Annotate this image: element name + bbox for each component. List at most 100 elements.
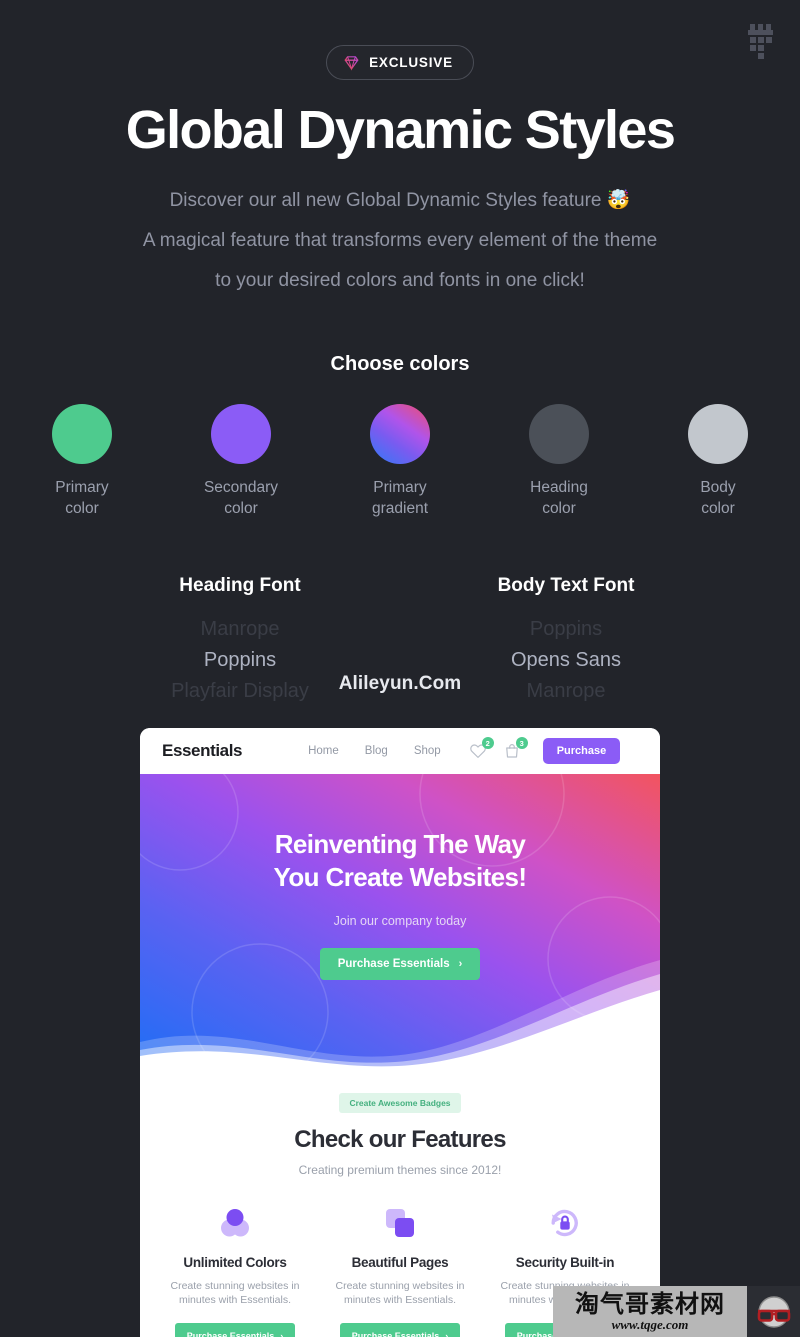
- overlapping-circles-icon: [221, 1209, 249, 1237]
- diamond-gem-icon: [343, 54, 360, 71]
- preview-nav-link-shop[interactable]: Shop: [414, 745, 441, 757]
- preview-hero-title-line2: You Create Websites!: [273, 862, 527, 892]
- choose-colors-title: Choose colors: [330, 352, 470, 375]
- swatch-dot-gradient[interactable]: [370, 403, 430, 464]
- preview-logo[interactable]: Essentials: [162, 741, 243, 761]
- preview-features-pill: Create Awesome Badges: [339, 1093, 461, 1113]
- hero-subtitle-line-3: to your desired colors and fonts in one …: [215, 269, 585, 291]
- heading-font-option-manrope[interactable]: Manrope: [140, 614, 340, 645]
- feature-card-desc-line1: Create stunning websites in: [335, 1280, 465, 1292]
- swatch-secondary-color[interactable]: Secondary color: [196, 403, 286, 519]
- preview-hero-title: Reinventing The Way You Create Websites!: [140, 828, 660, 894]
- swatch-label-heading: Heading color: [514, 477, 604, 519]
- feature-card-unlimited-colors: Unlimited Colors Create stunning website…: [158, 1203, 313, 1337]
- color-swatch-row: Primary color Secondary color Primary gr…: [0, 403, 800, 519]
- swatch-label-primary: Primary color: [37, 477, 127, 519]
- swatch-label-secondary: Secondary color: [196, 477, 286, 519]
- exclusive-badge-label: EXCLUSIVE: [369, 55, 453, 70]
- exclusive-badge-container: EXCLUSIVE: [0, 0, 800, 80]
- preview-nav-link-blog[interactable]: Blog: [365, 745, 388, 757]
- hero-subtitle: Discover our all new Global Dynamic Styl…: [0, 181, 800, 301]
- page-root: EXCLUSIVE Global Dynamic Styles Discover…: [0, 0, 800, 1337]
- feature-card-desc-line2: minutes with Essentials.: [178, 1294, 292, 1306]
- preview-navbar: Essentials Home Blog Shop 2 3 Purchase: [140, 728, 660, 774]
- nerd-glasses-icon: [757, 1295, 790, 1328]
- preview-purchase-button[interactable]: Purchase: [542, 738, 621, 764]
- swatch-label-line2: color: [542, 499, 576, 517]
- body-font-option-opens-sans[interactable]: Opens Sans: [472, 645, 660, 676]
- preview-features-title: Check our Features: [294, 1126, 506, 1153]
- cart-button[interactable]: 3: [503, 737, 528, 760]
- theme-preview-panel: Essentials Home Blog Shop 2 3 Purchase R…: [140, 728, 660, 1337]
- feature-card-button[interactable]: Purchase Essentials ›: [339, 1323, 461, 1337]
- preview-nav-links: Home Blog Shop: [308, 745, 441, 757]
- feature-card-desc: Create stunning websites in minutes with…: [323, 1279, 478, 1307]
- preview-nav-icons: 2 3: [469, 737, 528, 760]
- feature-card-title: Unlimited Colors: [183, 1255, 287, 1270]
- swatch-label-line1: Primary: [55, 478, 109, 496]
- hero-subtitle-line-2: A magical feature that transforms every …: [142, 229, 658, 251]
- preview-hero: Reinventing The Way You Create Websites!…: [140, 774, 660, 1067]
- swatch-label-line2: color: [701, 499, 735, 517]
- body-font-option-poppins[interactable]: Poppins: [472, 614, 660, 645]
- fonts-row: Heading Font Manrope Poppins Playfair Di…: [0, 575, 800, 707]
- watermark-tqge: 淘气哥素材网 www.tqge.com: [553, 1286, 747, 1337]
- preview-hero-title-line1: Reinventing The Way: [274, 829, 526, 859]
- swatch-label-line1: Secondary: [203, 478, 279, 496]
- swatch-label-body: Body color: [673, 477, 763, 519]
- layers-squares-icon: [386, 1209, 414, 1237]
- body-font-title: Body Text Font: [497, 574, 635, 596]
- feature-card-button-label: Purchase Essentials: [186, 1331, 275, 1337]
- feature-card-desc: Create stunning websites in minutes with…: [158, 1279, 313, 1307]
- feature-icon-wrap: [488, 1203, 643, 1243]
- swatch-label-line1: Heading: [530, 478, 588, 496]
- feature-icon-wrap: [323, 1203, 478, 1243]
- hero-subtitle-line-1: Discover our all new Global Dynamic Styl…: [0, 181, 800, 221]
- heading-font-title: Heading Font: [179, 574, 301, 596]
- feature-icon-wrap: [158, 1203, 313, 1243]
- swatch-dot-primary[interactable]: [52, 403, 112, 464]
- swatch-label-line2: color: [224, 499, 258, 517]
- wishlist-button[interactable]: 2: [469, 737, 494, 760]
- feature-card-title: Security Built-in: [515, 1255, 615, 1270]
- body-font-picker: Body Text Font Poppins Opens Sans Manrop…: [460, 575, 660, 707]
- swatch-label-line2: color: [65, 499, 99, 517]
- page-title: Global Dynamic Styles: [125, 100, 676, 160]
- cart-count-badge: 3: [515, 737, 528, 749]
- swatch-primary-color[interactable]: Primary color: [37, 403, 127, 519]
- preview-hero-cta-button[interactable]: Purchase Essentials ›: [319, 948, 481, 980]
- watermark-site-url: www.tqge.com: [611, 1317, 689, 1332]
- swatch-label-line1: Primary: [373, 478, 427, 496]
- swatch-primary-gradient[interactable]: Primary gradient: [355, 403, 445, 519]
- preview-features-subtitle: Creating premium themes since 2012!: [298, 1163, 502, 1177]
- swatch-body-color[interactable]: Body color: [673, 403, 763, 519]
- swatch-label-line2: gradient: [371, 499, 428, 517]
- body-font-option-manrope[interactable]: Manrope: [472, 676, 660, 707]
- feature-card-title: Beautiful Pages: [351, 1255, 449, 1270]
- exclusive-badge[interactable]: EXCLUSIVE: [326, 45, 474, 80]
- preview-hero-content: Reinventing The Way You Create Websites!…: [140, 774, 660, 980]
- swatch-dot-secondary[interactable]: [211, 403, 271, 464]
- wishlist-count-badge: 2: [481, 737, 494, 749]
- swatch-heading-color[interactable]: Heading color: [514, 403, 604, 519]
- watermark-alileyun: Alileyun.Com: [338, 672, 462, 694]
- castle-tower-pixel-icon: [744, 22, 778, 60]
- watermark-site-name-cn: 淘气哥素材网: [575, 1290, 725, 1318]
- heading-font-option-poppins[interactable]: Poppins: [140, 645, 340, 676]
- hero-subtitle-text-1: Discover our all new Global Dynamic Styl…: [169, 189, 607, 211]
- heading-font-options: Manrope Poppins Playfair Display: [140, 614, 340, 707]
- chevron-right-icon: ›: [445, 1331, 449, 1337]
- feature-card-desc-line2: minutes with Essentials.: [343, 1294, 457, 1306]
- feature-card-desc-line1: Create stunning websites in: [170, 1280, 300, 1292]
- heading-font-picker: Heading Font Manrope Poppins Playfair Di…: [140, 575, 340, 707]
- lock-refresh-icon: [551, 1209, 578, 1237]
- feature-card-button[interactable]: Purchase Essentials ›: [174, 1323, 296, 1337]
- swatch-label-line1: Body: [700, 478, 736, 496]
- swatch-label-gradient: Primary gradient: [355, 477, 445, 519]
- swatch-dot-heading[interactable]: [529, 403, 589, 464]
- heading-font-option-playfair[interactable]: Playfair Display: [140, 676, 340, 707]
- preview-nav-link-home[interactable]: Home: [308, 745, 339, 757]
- chevron-right-icon: ›: [458, 958, 463, 970]
- feature-card-beautiful-pages: Beautiful Pages Create stunning websites…: [323, 1203, 478, 1337]
- swatch-dot-body[interactable]: [688, 403, 748, 464]
